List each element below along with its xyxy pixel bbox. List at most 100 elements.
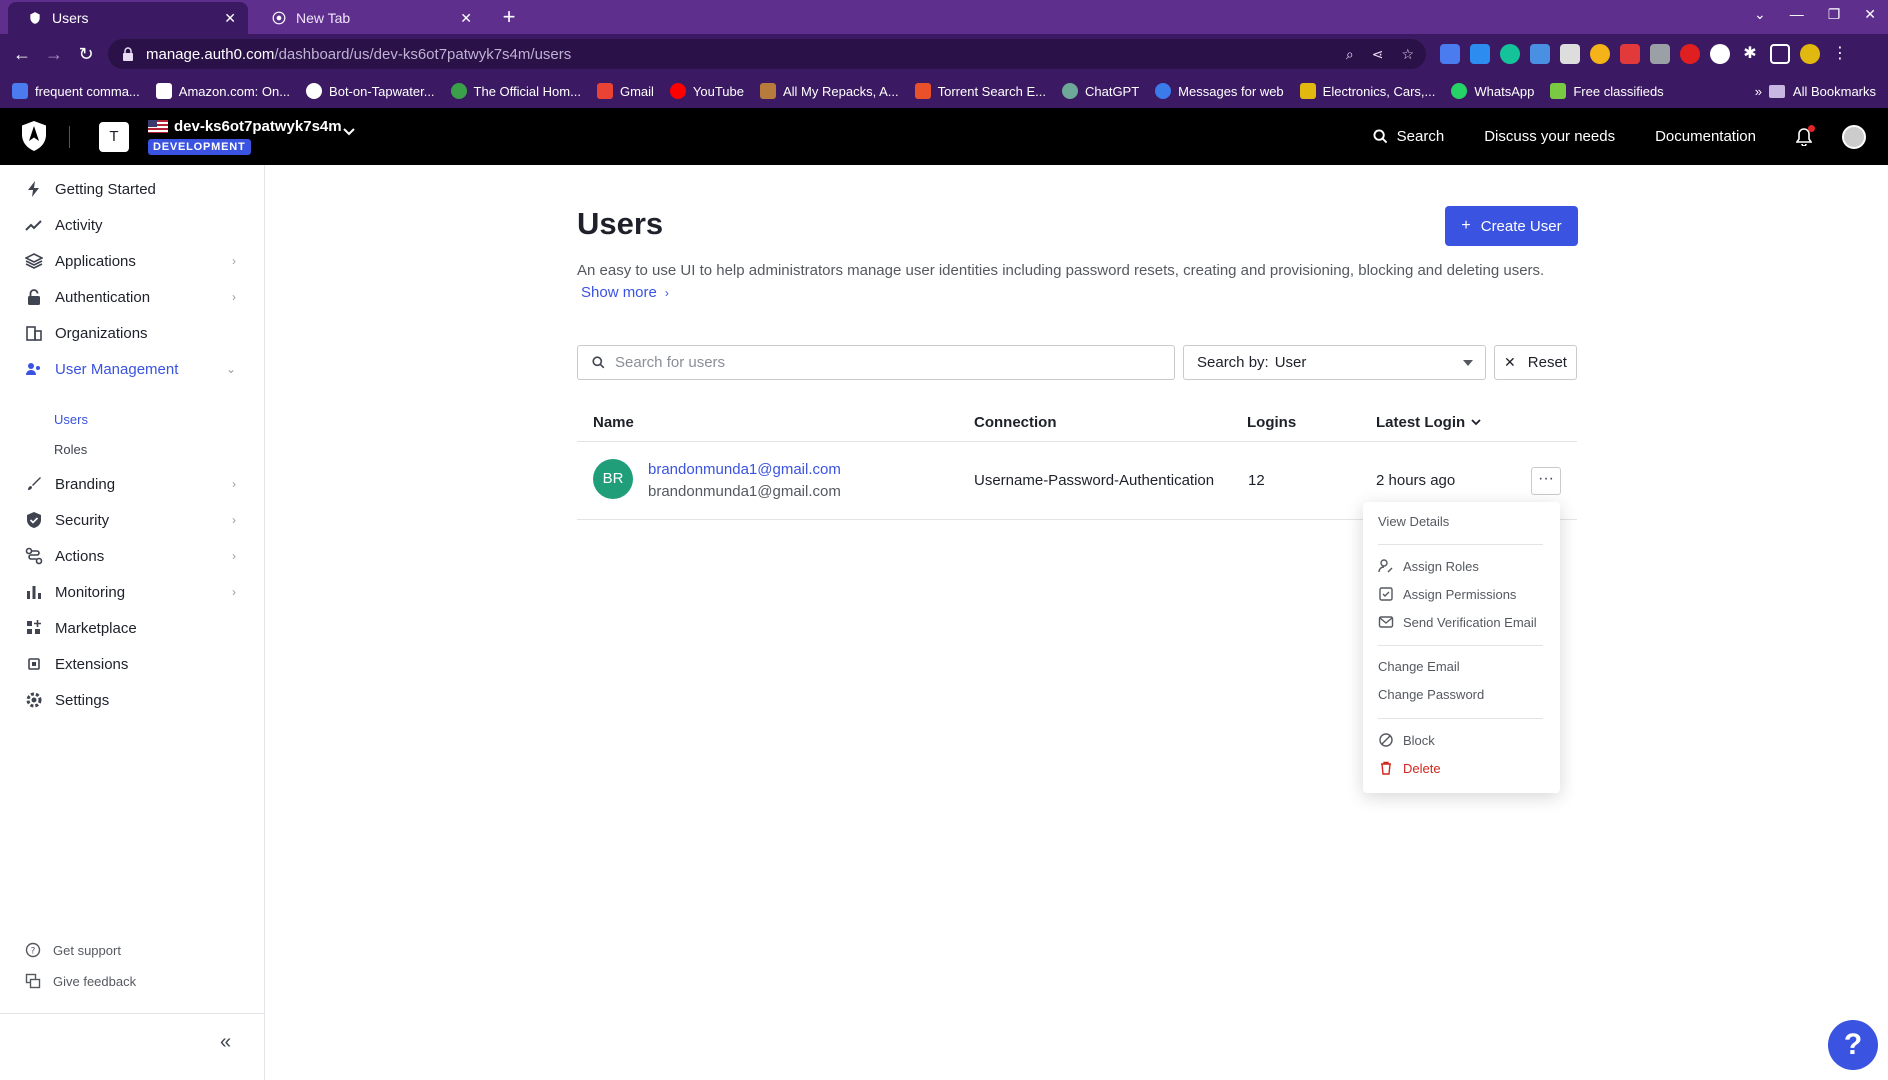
chrome-menu-icon[interactable]: ⋮ [1830,44,1850,64]
bookmark-item[interactable]: ChatGPT [1061,83,1139,99]
notifications-bell-icon[interactable] [1796,124,1815,146]
header-search-button[interactable]: Search [1373,128,1444,145]
search-input[interactable] [615,354,1155,371]
extension-icon[interactable] [1530,44,1550,64]
new-tab-button[interactable]: + [496,4,522,30]
collapse-sidebar-button[interactable]: « [220,1031,231,1054]
omnibox[interactable]: manage.auth0.com/dashboard/us/dev-ks6ot7… [108,39,1426,69]
column-header-name[interactable]: Name [593,414,634,431]
extension-icon[interactable] [1470,44,1490,64]
menu-item-assign-permissions[interactable]: Assign Permissions [1378,586,1516,602]
bookmark-item[interactable]: Gmail [596,83,654,99]
tenant-name[interactable]: dev-ks6ot7patwyk7s4m [148,118,342,135]
bookmark-item[interactable]: WhatsApp [1451,83,1534,99]
menu-item-assign-roles[interactable]: Assign Roles [1378,558,1479,574]
user-email-link[interactable]: brandonmunda1@gmail.com [648,461,841,478]
sidebar-item-getting-started[interactable]: Getting Started [0,171,264,207]
grammarly-extension-icon[interactable] [1500,44,1520,64]
menu-item-delete[interactable]: Delete [1378,760,1441,776]
forward-icon[interactable]: → [42,42,66,66]
side-panel-icon[interactable] [1770,44,1790,64]
discuss-needs-link[interactable]: Discuss your needs [1484,128,1615,145]
bookmark-item[interactable]: YouTube [669,83,744,99]
help-button[interactable]: ? [1828,1020,1878,1070]
bookmark-star-icon[interactable]: ☆ [1401,46,1414,63]
gear-icon [25,691,43,709]
restore-icon[interactable]: ❐ [1828,6,1841,23]
sidebar-item-authentication[interactable]: Authentication › [0,279,264,315]
tab-search-icon[interactable]: ⌄ [1754,6,1766,23]
get-support-link[interactable]: ? Get support [25,942,121,958]
translate-extension-icon[interactable] [1440,44,1460,64]
close-tab-icon[interactable]: ✕ [460,10,472,27]
sidebar-item-organizations[interactable]: Organizations [0,315,264,351]
bookmark-item[interactable]: Bot-on-Tapwater... [306,83,435,99]
column-header-connection[interactable]: Connection [974,414,1057,431]
give-feedback-link[interactable]: Give feedback [25,973,136,989]
column-header-logins[interactable]: Logins [1247,414,1296,431]
menu-item-send-verification-email[interactable]: Send Verification Email [1378,614,1537,630]
zoom-search-icon[interactable]: ⌕ [1346,46,1354,63]
close-tab-icon[interactable]: ✕ [224,10,236,27]
create-user-button[interactable]: + Create User [1445,206,1578,246]
extension-icon[interactable] [1680,44,1700,64]
bookmark-item[interactable]: frequent comma... [12,83,140,99]
all-bookmarks-button[interactable]: All Bookmarks [1768,84,1876,99]
extension-icon[interactable] [1620,44,1640,64]
minimize-icon[interactable]: — [1790,6,1804,23]
back-icon[interactable]: ← [10,42,34,66]
sidebar-item-branding[interactable]: Branding › [0,466,264,502]
extension-icon[interactable] [1560,44,1580,64]
puzzle-extensions-icon[interactable]: ✱ [1740,44,1760,64]
sidebar-item-actions[interactable]: Actions › [0,538,264,574]
bookmark-item[interactable]: Torrent Search E... [914,83,1046,99]
browser-tab-users[interactable]: Users ✕ [8,2,248,34]
menu-item-block[interactable]: Block [1378,732,1435,748]
profile-avatar-icon[interactable] [1800,44,1820,64]
close-window-icon[interactable]: ✕ [1864,6,1876,23]
bookmark-item[interactable]: Messages for web [1155,83,1284,99]
tenant-avatar[interactable]: T [99,122,129,152]
sidebar-item-security[interactable]: Security › [0,502,264,538]
column-header-latest-login[interactable]: Latest Login [1376,414,1481,431]
sidebar-item-settings[interactable]: Settings [0,682,264,718]
extension-icon[interactable] [1590,44,1610,64]
documentation-link[interactable]: Documentation [1655,128,1756,145]
chevron-down-icon[interactable] [343,128,355,136]
share-icon[interactable]: ⋖ [1372,46,1384,63]
reload-icon[interactable]: ↻ [74,42,98,66]
reset-button[interactable]: ✕ Reset [1494,345,1577,380]
bookmark-item[interactable]: Free classifieds [1550,83,1664,99]
sort-chevron-down-icon [1471,419,1481,426]
site-info-icon[interactable] [122,47,134,61]
search-by-select[interactable]: Search by: User [1183,345,1486,380]
youtube-icon [669,83,686,99]
sidebar-subitem-roles[interactable]: Roles [54,442,87,457]
sidebar-item-marketplace[interactable]: Marketplace [0,610,264,646]
menu-item-change-password[interactable]: Change Password [1378,687,1484,702]
row-actions-menu: View Details Assign Roles Assign Permiss… [1363,502,1560,793]
user-profile-avatar[interactable] [1842,124,1866,149]
extension-icon[interactable] [1710,44,1730,64]
bookmark-item[interactable]: Amazon.com: On... [155,83,290,99]
menu-item-change-email[interactable]: Change Email [1378,659,1460,674]
extension-icon[interactable] [1650,44,1670,64]
bookmark-item[interactable]: Electronics, Cars,... [1299,83,1435,99]
sidebar-item-monitoring[interactable]: Monitoring › [0,574,264,610]
sidebar-item-applications[interactable]: Applications › [0,243,264,279]
bookmark-item[interactable]: The Official Hom... [450,83,581,99]
sidebar-subitem-users[interactable]: Users [54,412,88,427]
browser-tab-new-tab[interactable]: New Tab ✕ [252,2,484,34]
more-bookmarks-button[interactable]: » [1755,84,1762,99]
bookmark-item[interactable]: All My Repacks, A... [760,83,899,99]
show-more-link[interactable]: Show more › [581,284,669,301]
auth0-logo-icon[interactable] [20,120,48,152]
actions-icon [25,547,43,565]
sidebar-item-extensions[interactable]: Extensions [0,646,264,682]
user-search-field[interactable] [577,345,1175,380]
row-actions-button[interactable]: ··· [1531,467,1561,495]
sidebar-item-activity[interactable]: Activity [0,207,264,243]
chevron-right-icon: › [232,477,236,491]
menu-item-view-details[interactable]: View Details [1378,514,1449,529]
sidebar-item-user-management[interactable]: User Management ⌄ [0,351,264,387]
